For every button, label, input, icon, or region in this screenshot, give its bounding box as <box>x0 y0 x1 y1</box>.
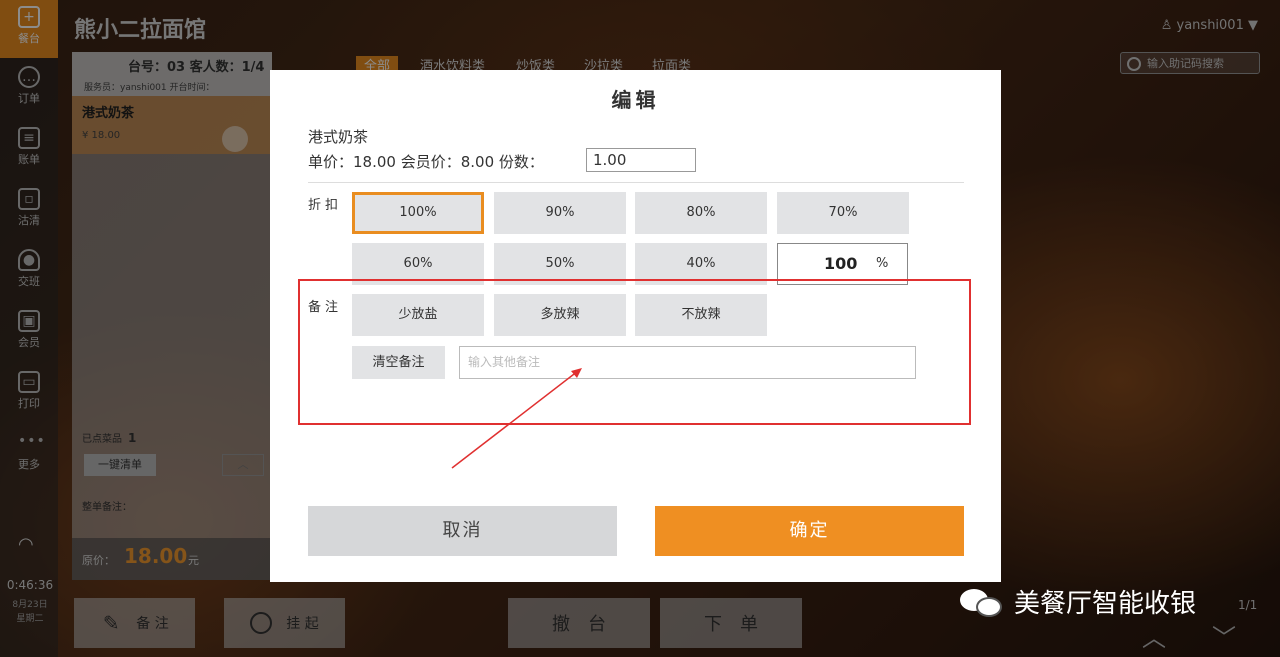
dialog-item-name: 港式奶茶 <box>308 128 369 146</box>
highlight-box <box>298 279 971 425</box>
watermark-text: 美餐厅智能收银 <box>1014 589 1197 619</box>
confirm-button[interactable]: 确定 <box>655 506 964 556</box>
cancel-button[interactable]: 取消 <box>308 506 617 556</box>
discount-option-100[interactable]: 100% <box>352 192 484 234</box>
discount-label: 折扣 <box>308 198 343 213</box>
quantity-input[interactable]: 1.00 <box>586 148 696 172</box>
dialog-title: 编辑 <box>611 88 660 112</box>
discount-option-80[interactable]: 80% <box>635 192 767 234</box>
custom-discount-value: 100 <box>824 254 858 273</box>
wechat-icon <box>960 587 1006 617</box>
watermark: 美餐厅智能收银 <box>960 583 1196 620</box>
discount-option-90[interactable]: 90% <box>494 192 626 234</box>
price-info: 单价：18.00 会员价：8.00 份数： <box>308 153 544 171</box>
percent-unit: % <box>876 256 889 271</box>
discount-option-70[interactable]: 70% <box>777 192 909 234</box>
divider <box>308 182 964 183</box>
